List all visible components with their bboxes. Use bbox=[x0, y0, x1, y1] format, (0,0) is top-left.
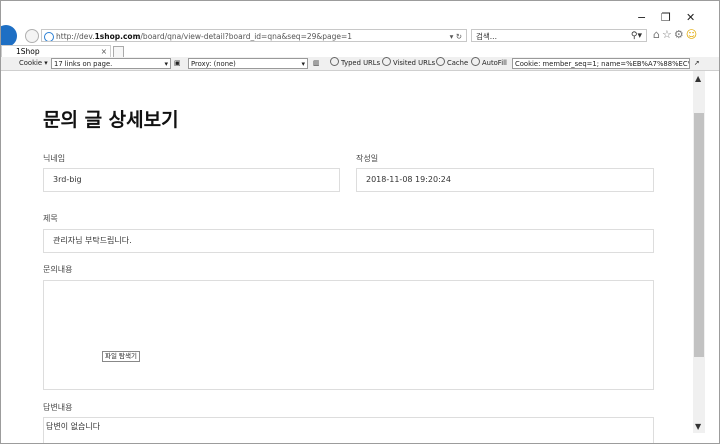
search-icon[interactable]: ⚲▾ bbox=[631, 30, 642, 43]
autofill-button[interactable]: AutoFill bbox=[471, 57, 507, 70]
page-title: 문의 글 상세보기 bbox=[43, 109, 179, 131]
typed-urls-button[interactable]: Typed URLs bbox=[330, 57, 380, 70]
visited-urls-button[interactable]: Visited URLs bbox=[382, 57, 435, 70]
home-icon[interactable]: ⌂ bbox=[653, 28, 662, 41]
page-content: 문의 글 상세보기 닉네임 3rd-big 작성일 2018-11-08 19:… bbox=[1, 71, 693, 443]
tab-1shop[interactable]: 1Shop × bbox=[1, 45, 111, 57]
ie-icon bbox=[44, 32, 54, 41]
vertical-scrollbar[interactable]: ▲ ▼ bbox=[693, 71, 705, 433]
favorites-icon[interactable]: ☆ bbox=[662, 28, 674, 41]
links-icon[interactable]: ▣ bbox=[174, 57, 180, 70]
autofill-icon bbox=[471, 57, 480, 66]
answer-field[interactable]: 답변이 없습니다 bbox=[43, 417, 654, 443]
date-field[interactable]: 2018-11-08 19:20:24 bbox=[356, 168, 654, 192]
restore-button[interactable]: ❐ bbox=[661, 11, 671, 24]
forward-button[interactable] bbox=[25, 29, 39, 43]
address-bar[interactable]: http://dev.1shop.com/board/qna/view-deta… bbox=[41, 29, 467, 42]
typed-urls-icon bbox=[330, 57, 339, 66]
proxy-select[interactable]: Proxy: (none) bbox=[188, 58, 308, 70]
smiley-icon[interactable]: ☺ bbox=[686, 28, 699, 41]
links-select[interactable]: 17 links on page. bbox=[51, 58, 171, 70]
toolbar: Cookie ▾ 17 links on page. ▣ Proxy: (non… bbox=[1, 57, 719, 71]
browser-window: − ❐ ✕ http://dev.1shop.com/board/qna/vie… bbox=[0, 0, 720, 444]
answer-label: 답변내용 bbox=[43, 403, 73, 412]
close-button[interactable]: ✕ bbox=[686, 11, 695, 24]
subject-field[interactable]: 관리자님 부탁드립니다. bbox=[43, 229, 654, 253]
go-icon[interactable]: ↗ bbox=[694, 57, 700, 70]
nickname-field[interactable]: 3rd-big bbox=[43, 168, 340, 192]
cache-button[interactable]: Cache bbox=[436, 57, 468, 70]
cookie-field[interactable]: Cookie: member_seq=1; name=%EB%A7%88%EC%… bbox=[512, 58, 690, 69]
minimize-button[interactable]: − bbox=[637, 11, 646, 24]
content-field[interactable] bbox=[43, 280, 654, 390]
cache-icon bbox=[436, 57, 445, 66]
content-label: 문의내용 bbox=[43, 265, 73, 274]
book-icon[interactable]: ▥ bbox=[313, 57, 319, 70]
back-button[interactable] bbox=[1, 25, 17, 47]
date-label: 작성일 bbox=[356, 154, 379, 163]
url-prefix: http://dev. bbox=[56, 32, 95, 41]
url-rest: /board/qna/view-detail?board_id=qna&seq=… bbox=[140, 32, 353, 41]
nickname-label: 닉네임 bbox=[43, 154, 66, 163]
scroll-down-icon[interactable]: ▼ bbox=[695, 422, 701, 431]
browser-icons: ⌂☆⚙☺ bbox=[653, 28, 699, 41]
settings-icon[interactable]: ⚙ bbox=[674, 28, 686, 41]
search-input[interactable]: 검색... ⚲▾ bbox=[471, 29, 647, 42]
subject-label: 제목 bbox=[43, 214, 58, 223]
cookie-menu[interactable]: Cookie ▾ bbox=[19, 57, 48, 70]
scroll-thumb[interactable] bbox=[694, 113, 704, 357]
visited-urls-icon bbox=[382, 57, 391, 66]
tab-title: 1Shop bbox=[16, 47, 40, 56]
refresh-icon[interactable]: ▾ ↻ bbox=[450, 30, 462, 41]
search-placeholder: 검색... bbox=[476, 32, 497, 41]
tooltip: 파일 탐색기 bbox=[102, 351, 140, 362]
scroll-up-icon[interactable]: ▲ bbox=[695, 74, 701, 83]
url-domain: 1shop.com bbox=[94, 32, 141, 41]
